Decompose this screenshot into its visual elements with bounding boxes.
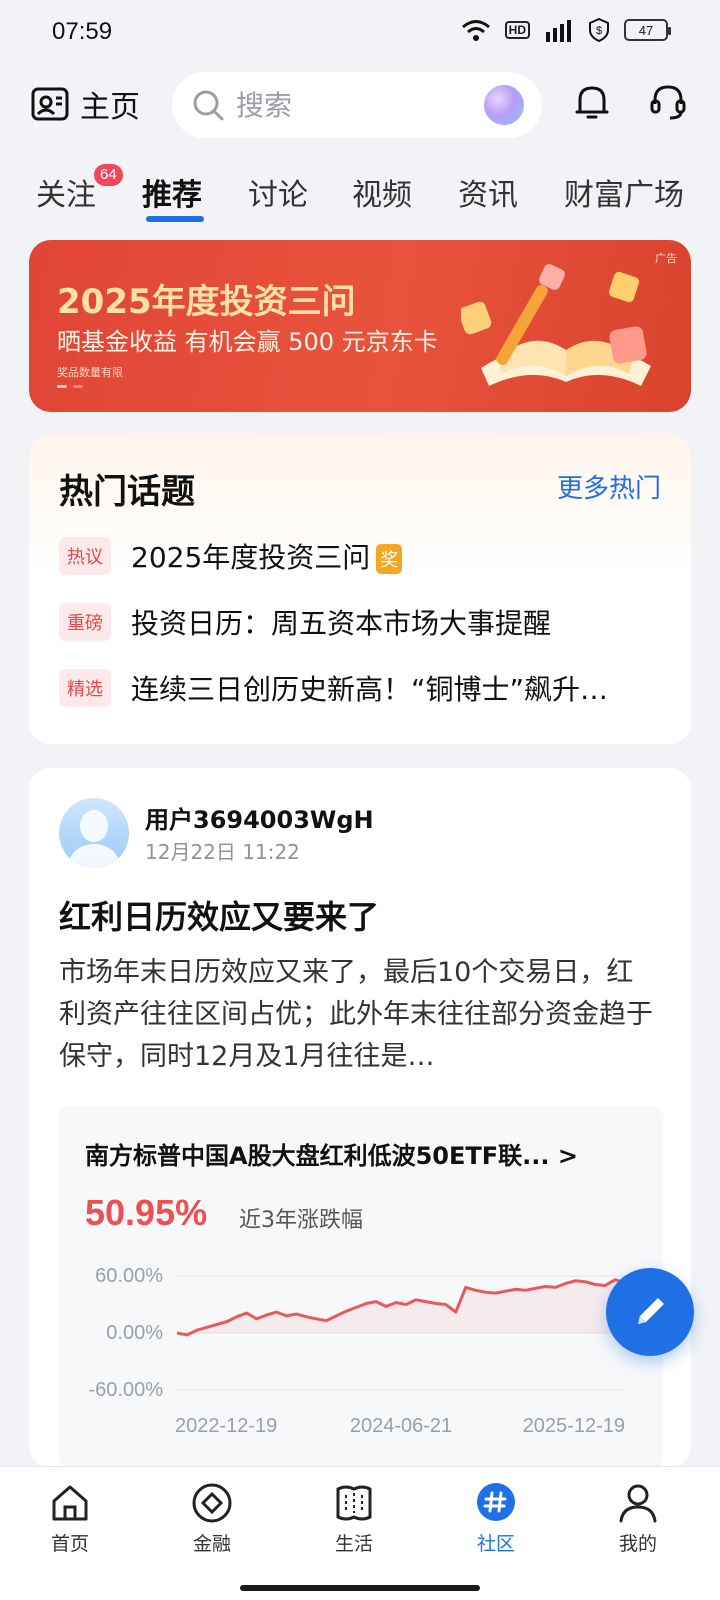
pencil-icon [638, 1298, 664, 1324]
headset-icon [650, 85, 686, 120]
tab-follow-badge: 64 [94, 164, 123, 186]
home-icon [52, 1485, 88, 1521]
nav-life[interactable]: 生活 [304, 1481, 404, 1556]
search-icon [193, 90, 224, 121]
hot-topics-card: 热门话题 更多热门 热议 2025年度投资三问奖 重磅 投资日历：周五资本市场大… [29, 434, 691, 744]
tab-wealth-square[interactable]: 财富广场 [564, 170, 684, 214]
compose-post-button[interactable] [606, 1268, 694, 1356]
status-time: 07:59 [52, 18, 113, 45]
topic-item[interactable]: 重磅 投资日历：周五资本市场大事提醒 [59, 602, 551, 642]
award-badge: 奖 [376, 544, 403, 574]
topic-item[interactable]: 精选 连续三日创历史新高！“铜博士”飙升… [59, 668, 608, 708]
svg-text:$: $ [596, 25, 602, 37]
post-username[interactable]: 用户3694003WgH [145, 800, 374, 835]
community-hash-icon [477, 1483, 515, 1521]
tab-video[interactable]: 视频 [352, 170, 412, 214]
top-header: 主页 [0, 68, 720, 140]
feed-tabs: 关注 64 推荐 讨论 视频 资讯 财富广场 [0, 160, 720, 224]
home-label: 主页 [80, 90, 140, 125]
nav-finance[interactable]: 金融 [162, 1481, 262, 1556]
home-indicator [240, 1585, 480, 1591]
topic-text: 连续三日创历史新高！“铜博士”飙升… [131, 673, 609, 706]
search-bar[interactable] [172, 72, 542, 138]
post-body[interactable]: 市场年末日历效应又来了，最后10个交易日，红利资产往往区间占优；此外年末往往部分… [59, 952, 659, 1078]
fund-card[interactable]: 南方标普中国A股大盘红利低波50ETF联... > 50.95% 近3年涨跌幅 … [59, 1106, 663, 1468]
banner-title: 2025年度投资三问 [57, 282, 356, 322]
nav-home[interactable]: 首页 [20, 1481, 120, 1556]
banner-subtitle: 晒基金收益 有机会赢 500 元京东卡 [57, 328, 438, 356]
topic-text: 2025年度投资三问奖 [131, 536, 403, 576]
series-area [177, 1279, 625, 1335]
tab-follow[interactable]: 关注 [36, 170, 96, 214]
post-title[interactable]: 红利日历效应又要来了 [59, 892, 379, 938]
profile-icon [619, 1484, 657, 1523]
status-icons: HD $ 47 [461, 18, 671, 42]
nav-label: 首页 [50, 1533, 89, 1555]
wifi-icon [461, 20, 490, 41]
bottom-nav: 首页 金融 生活 社区 我的 [0, 1466, 720, 1600]
fund-line-chart: 60.00% 0.00% -60.00% 2022-12-19 2024-06-… [89, 1265, 626, 1437]
more-hot-link[interactable]: 更多热门 [557, 468, 661, 505]
bell-icon [575, 86, 609, 119]
hot-topics-title: 热门话题 [59, 472, 195, 512]
shield-dollar-icon: $ [589, 18, 609, 42]
nav-label: 金融 [192, 1533, 231, 1555]
finance-icon [192, 1483, 232, 1523]
battery-icon: 47 [624, 19, 671, 41]
promo-banner[interactable]: 广告 2025年度投资三问 晒基金收益 有机会赢 500 元京东卡 奖品数量有限 [29, 240, 691, 412]
tab-recommend[interactable]: 推荐 [142, 170, 202, 214]
nav-profile[interactable]: 我的 [588, 1481, 688, 1556]
avatar[interactable] [59, 798, 129, 868]
tab-active-indicator [146, 216, 204, 222]
life-ticket-icon [336, 1485, 372, 1521]
banner-note: 奖品数量有限 [57, 366, 123, 379]
nav-label: 我的 [618, 1533, 657, 1555]
tab-discussion[interactable]: 讨论 [248, 170, 308, 214]
notification-button[interactable] [572, 82, 612, 126]
nav-community[interactable]: 社区 [446, 1481, 546, 1556]
post-timestamp: 12月22日 11:22 [145, 840, 300, 864]
fund-name[interactable]: 南方标普中国A股大盘红利低波50ETF联... > [85, 1136, 578, 1171]
x-tick-label: 2022-12-19 [175, 1415, 277, 1437]
voice-assistant-icon[interactable] [484, 85, 524, 125]
home-button[interactable]: 主页 [30, 82, 140, 126]
y-tick-label: 60.00% [95, 1265, 163, 1287]
topic-item[interactable]: 热议 2025年度投资三问奖 [59, 536, 403, 576]
banner-pagination [57, 385, 83, 388]
status-bar: 07:59 HD $ 47 [0, 0, 720, 64]
x-tick-label: 2025-12-19 [523, 1415, 625, 1437]
fund-return-label: 近3年涨跌幅 [239, 1208, 363, 1233]
nav-label: 社区 [476, 1533, 515, 1555]
topic-text: 投资日历：周五资本市场大事提醒 [131, 607, 552, 640]
y-tick-label: 0.00% [106, 1322, 163, 1344]
signal-5g-icon [546, 20, 571, 42]
tab-news[interactable]: 资讯 [458, 170, 518, 214]
x-tick-label: 2024-06-21 [350, 1415, 452, 1437]
topic-tag: 重磅 [59, 603, 111, 641]
search-input[interactable] [236, 88, 466, 122]
fund-return: 50.95% [85, 1192, 208, 1233]
topic-tag: 精选 [59, 669, 111, 707]
home-book-icon [31, 87, 69, 121]
hd-icon: HD [504, 21, 530, 39]
book-illustration-icon [461, 264, 651, 386]
post-card[interactable]: 用户3694003WgH 12月22日 11:22 红利日历效应又要来了 市场年… [29, 768, 691, 1468]
customer-service-button[interactable] [648, 82, 688, 126]
nav-label: 生活 [334, 1533, 373, 1555]
topic-tag: 热议 [59, 537, 111, 575]
y-tick-label: -60.00% [89, 1379, 164, 1401]
